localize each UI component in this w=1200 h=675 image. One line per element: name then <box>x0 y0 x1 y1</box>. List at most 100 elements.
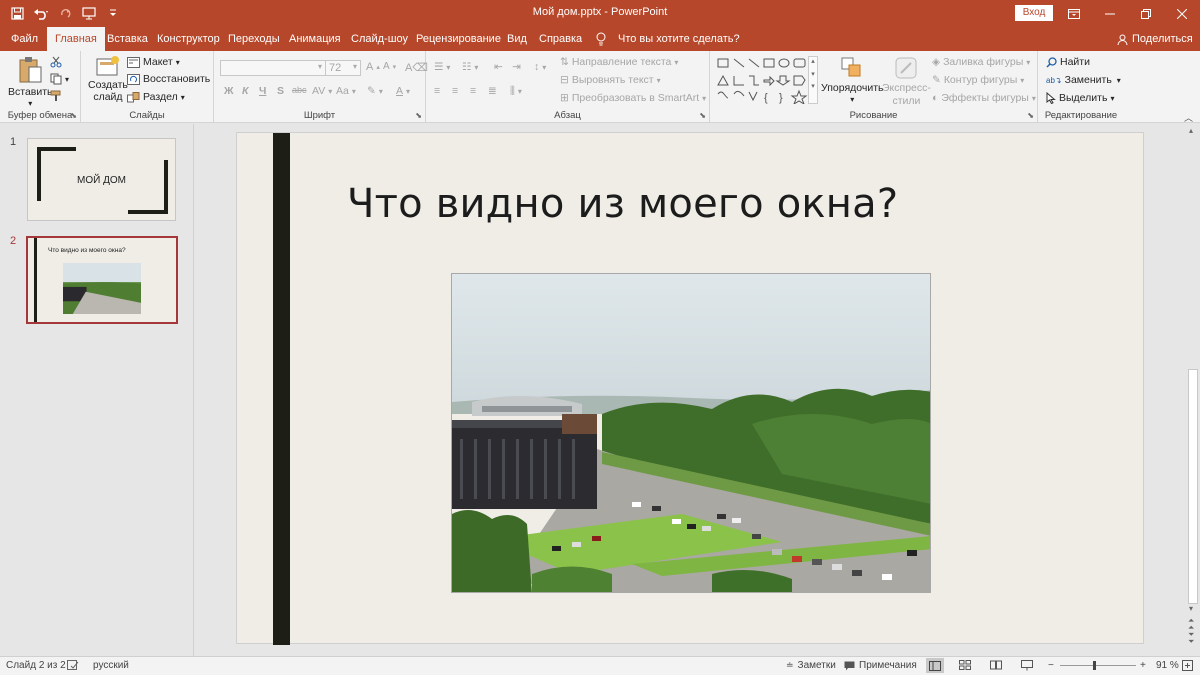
slide-photo[interactable] <box>451 273 931 593</box>
tab-design[interactable]: Конструктор <box>155 27 222 51</box>
fit-to-window-icon[interactable] <box>1182 660 1193 671</box>
shape-fill-button[interactable]: ◈ Заливка фигуры ▾ <box>932 56 1030 68</box>
language-indicator[interactable]: русский <box>93 660 129 671</box>
shrink-font-icon[interactable]: A ▾ <box>383 61 396 72</box>
tab-transitions[interactable]: Переходы <box>226 27 282 51</box>
dialog-launcher-icon[interactable]: ⬊ <box>415 111 422 120</box>
next-slide-icon[interactable]: ⏷ ⏷ <box>1188 631 1194 646</box>
select-button[interactable]: Выделить ▾ <box>1046 92 1114 104</box>
slide-thumbnail-2[interactable]: Что видно из моего окна? <box>26 236 178 324</box>
align-right-icon[interactable]: ≡ <box>470 85 476 97</box>
collapse-ribbon-icon[interactable]: ︿ <box>1184 111 1193 124</box>
character-spacing-button[interactable]: AV ▾ <box>312 85 332 97</box>
zoom-slider[interactable] <box>1060 665 1136 666</box>
ribbon-display-options-icon[interactable] <box>1056 0 1092 27</box>
italic-button[interactable]: К <box>242 85 248 97</box>
tab-file[interactable]: Файл <box>9 27 40 51</box>
normal-view-icon[interactable] <box>926 658 944 673</box>
tab-home[interactable]: Главная <box>47 27 105 51</box>
align-text-button[interactable]: ⊟ Выровнять текст ▾ <box>560 74 661 86</box>
numbering-icon[interactable]: ☷ ▾ <box>462 61 478 73</box>
shapes-gallery[interactable]: {} <box>716 56 816 106</box>
tab-view[interactable]: Вид <box>505 27 529 51</box>
slide-show-view-icon[interactable] <box>1021 660 1033 671</box>
line-spacing-icon[interactable]: ↕ ▾ <box>534 61 546 73</box>
ribbon-tabs: Файл Главная Вставка Конструктор Переход… <box>0 27 1200 51</box>
vertical-scrollbar[interactable]: ▴ ▾ ⏶ ⏶ ⏷ ⏷ <box>1186 124 1200 656</box>
slide-canvas[interactable]: Что видно из моего окна? <box>236 132 1144 645</box>
strikethrough-button[interactable]: abc <box>292 85 307 95</box>
notes-button[interactable]: ≐ Заметки <box>786 660 836 671</box>
tab-insert[interactable]: Вставка <box>105 27 150 51</box>
paste-button[interactable]: Вставить ▾ <box>8 55 53 108</box>
thumbnail-bar <box>34 238 37 322</box>
increase-indent-icon[interactable]: ⇥ <box>512 61 521 73</box>
decrease-indent-icon[interactable]: ⇤ <box>494 61 503 73</box>
dialog-launcher-icon[interactable]: ⬊ <box>699 111 706 120</box>
arrange-button[interactable]: Упорядочить ▾ <box>821 55 883 104</box>
dialog-launcher-icon[interactable]: ⬊ <box>1027 111 1034 120</box>
format-painter-icon[interactable] <box>50 90 62 102</box>
sign-in-button[interactable]: Вход <box>1015 5 1053 21</box>
align-center-icon[interactable]: ≡ <box>452 85 458 97</box>
convert-to-smartart-button[interactable]: ⊞ Преобразовать в SmartArt ▾ <box>560 92 706 104</box>
tab-help[interactable]: Справка <box>537 27 584 51</box>
slide-thumbnail-1[interactable]: МОЙ ДОМ <box>27 138 176 221</box>
slide-sorter-view-icon[interactable] <box>959 660 971 670</box>
font-color-icon[interactable]: A ▾ <box>396 85 410 97</box>
grow-font-icon[interactable]: A ▴ <box>366 61 380 73</box>
text-direction-button[interactable]: ⇅ Направление текста ▾ <box>560 56 678 68</box>
new-slide-button[interactable]: Создать слайд <box>88 55 128 103</box>
editing-group-label: Редактирование <box>1044 110 1118 121</box>
zoom-slider-thumb[interactable] <box>1093 661 1096 670</box>
text-shadow-button[interactable]: S <box>277 85 284 97</box>
shape-outline-button[interactable]: ✎ Контур фигуры ▾ <box>932 74 1024 86</box>
scroll-down-icon[interactable]: ▾ <box>1189 604 1193 613</box>
restore-icon[interactable] <box>1128 0 1164 27</box>
dialog-launcher-icon[interactable]: ⬊ <box>70 111 77 120</box>
reading-view-icon[interactable] <box>990 660 1002 670</box>
align-left-icon[interactable]: ≡ <box>434 85 440 97</box>
zoom-in-icon[interactable]: + <box>1140 660 1146 671</box>
slide-title[interactable]: Что видно из моего окна? <box>347 181 898 227</box>
tab-review[interactable]: Рецензирование <box>414 27 503 51</box>
scrollbar-thumb[interactable] <box>1188 369 1198 604</box>
scroll-up-icon[interactable]: ▴ <box>1189 126 1193 135</box>
tab-animations[interactable]: Анимация <box>287 27 343 51</box>
previous-slide-icon[interactable]: ⏶ ⏶ <box>1188 617 1194 632</box>
close-icon[interactable] <box>1164 0 1200 27</box>
find-label: Найти <box>1060 56 1090 68</box>
notes-label: Заметки <box>797 660 836 671</box>
bullets-icon[interactable]: ☰ ▾ <box>434 61 450 73</box>
underline-button[interactable]: Ч <box>259 85 266 97</box>
tab-slide-show[interactable]: Слайд-шоу <box>349 27 410 51</box>
shape-effects-button[interactable]: ◐ Эффекты фигуры ▾ <box>932 92 1036 104</box>
zoom-out-icon[interactable]: − <box>1048 660 1054 671</box>
tell-me-search[interactable]: Что вы хотите сделать? <box>596 27 740 51</box>
layout-icon <box>127 56 140 68</box>
spell-check-icon[interactable] <box>67 660 79 671</box>
zoom-level[interactable]: 91 % <box>1156 660 1179 671</box>
layout-button[interactable]: Макет ▾ <box>127 56 180 68</box>
replace-button[interactable]: ab↴ Заменить ▾ <box>1046 74 1121 86</box>
minimize-icon[interactable] <box>1092 0 1128 27</box>
quick-styles-button[interactable]: Экспресс- стили <box>882 55 931 107</box>
columns-icon[interactable]: ⫼ ▾ <box>510 85 522 98</box>
tell-me-label: Что вы хотите сделать? <box>618 33 740 45</box>
reset-button[interactable]: Восстановить <box>127 73 210 85</box>
shapes-gallery-scroll[interactable]: ▴ ▾ ▾ <box>808 56 818 104</box>
share-button[interactable]: Поделиться <box>1117 27 1193 51</box>
change-case-button[interactable]: Aa ▾ <box>336 85 356 97</box>
title-bar: Мой дом.pptx - PowerPoint Вход <box>0 0 1200 27</box>
section-button[interactable]: Раздел ▾ <box>127 91 185 103</box>
font-name-dropdown[interactable]: ▾ <box>220 60 326 76</box>
copy-icon[interactable]: ▾ <box>50 73 69 85</box>
cut-icon[interactable] <box>50 56 62 68</box>
font-size-dropdown[interactable]: 72 ▾ <box>325 60 361 76</box>
find-button[interactable]: Найти <box>1046 56 1090 68</box>
bold-button[interactable]: Ж <box>224 85 234 97</box>
justify-icon[interactable]: ≣ <box>488 85 497 97</box>
comments-button[interactable]: Примечания <box>844 660 917 671</box>
clear-formatting-icon[interactable]: A⌫ <box>405 61 428 74</box>
highlight-color-icon[interactable]: ✎ ▾ <box>367 85 383 97</box>
